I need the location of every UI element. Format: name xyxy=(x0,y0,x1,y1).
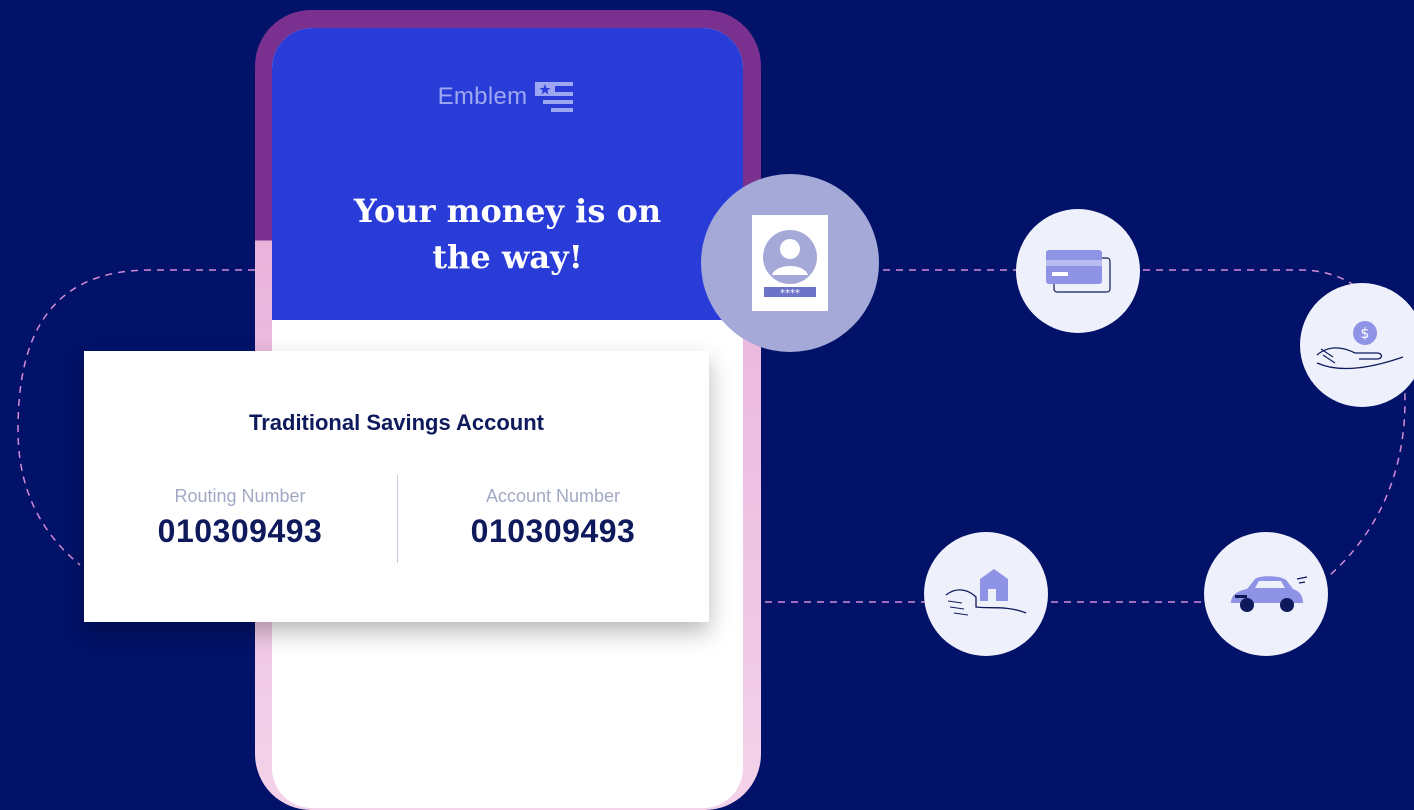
brand-name: Emblem xyxy=(437,83,528,110)
account-number-block: Account Number 010309493 xyxy=(397,486,709,550)
headline-line-2: the way! xyxy=(432,238,583,276)
headline-line-1: Your money is on xyxy=(353,192,662,230)
svg-text:$: $ xyxy=(1361,326,1370,342)
hand-house-icon xyxy=(945,569,1027,616)
brand-logo: Emblem xyxy=(272,80,743,114)
credit-card-icon xyxy=(1046,250,1111,293)
routing-number-value: 010309493 xyxy=(157,513,323,549)
id-card-icon: **** xyxy=(752,215,828,311)
routing-number-block: Routing Number 010309493 xyxy=(84,486,396,550)
account-number-label: Account Number xyxy=(485,486,621,506)
headline: Your money is on the way! xyxy=(272,188,743,280)
id-card-mask: **** xyxy=(780,288,800,299)
account-card: Traditional Savings Account Routing Numb… xyxy=(84,351,709,622)
account-number-value: 010309493 xyxy=(470,513,636,549)
car-circle xyxy=(1204,532,1328,656)
routing-number-label: Routing Number xyxy=(174,486,306,506)
hand-house-circle xyxy=(924,532,1048,656)
screen-header: Emblem Your money is on the way! xyxy=(272,28,743,320)
credit-card-circle xyxy=(1016,209,1140,333)
account-type-title: Traditional Savings Account xyxy=(248,410,544,435)
id-card-circle: **** xyxy=(701,174,879,352)
hand-coin-circle: $ xyxy=(1300,283,1414,407)
car-icon xyxy=(1231,576,1308,612)
hand-coin-icon: $ xyxy=(1316,321,1404,370)
flag-logo-icon xyxy=(535,82,574,112)
